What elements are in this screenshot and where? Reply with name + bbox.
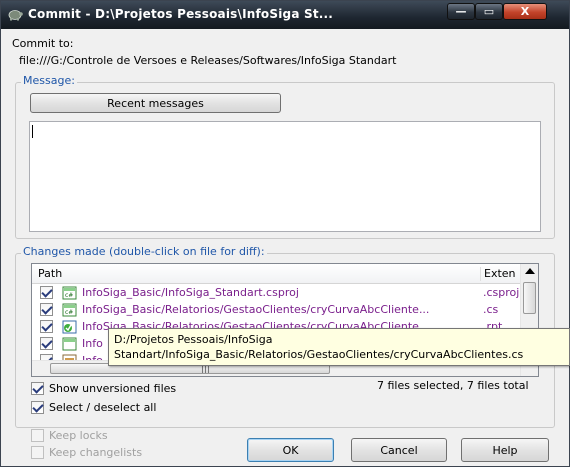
svg-text:c#: c# [65, 292, 73, 299]
changes-legend: Changes made (double-click on file for d… [21, 245, 267, 258]
row-extension: .csproj [483, 286, 520, 299]
row-checkbox[interactable] [40, 286, 53, 299]
maximize-button[interactable]: ▭ [475, 3, 503, 20]
tortoise-icon [8, 10, 23, 21]
select-all-label: Select / deselect all [49, 401, 157, 414]
close-icon: X [520, 5, 530, 18]
scroll-up-icon[interactable] [525, 268, 535, 274]
row-checkbox[interactable] [40, 303, 53, 316]
list-item[interactable]: c# InfoSiga_Basic/InfoSiga_Standart.cspr… [32, 285, 520, 301]
close-button[interactable]: X [503, 3, 547, 20]
recent-messages-button[interactable]: Recent messages [30, 93, 281, 113]
added-file-icon [62, 320, 77, 334]
tooltip-line-1: D:/Projetos Pessoais/InfoSiga [114, 333, 273, 346]
minimize-button[interactable]: — [447, 3, 475, 20]
title-bar[interactable]: Commit - D:\Projetos Pessoais\InfoSiga S… [1, 1, 569, 29]
modified-file-icon: c# [62, 303, 77, 317]
svg-text:c#: c# [65, 309, 73, 316]
commit-to-url: file:///G:/Controle de Versoes e Release… [19, 54, 397, 67]
commit-to-label: Commit to: [12, 37, 74, 50]
show-unversioned-box[interactable] [31, 382, 44, 395]
message-textarea[interactable] [29, 121, 541, 232]
keep-changelists-box[interactable] [31, 446, 44, 459]
list-header: Path Exten [32, 264, 538, 284]
column-header-path[interactable]: Path [38, 267, 62, 280]
path-tooltip: D:/Projetos Pessoais/InfoSiga Standart/I… [108, 328, 570, 366]
row-checkbox[interactable] [40, 320, 53, 333]
message-legend: Message: [21, 74, 77, 87]
select-all-box[interactable] [31, 401, 44, 414]
row-checkbox[interactable] [40, 337, 53, 350]
show-unversioned-label: Show unversioned files [49, 382, 177, 395]
window-title: Commit - D:\Projetos Pessoais\InfoSiga S… [28, 7, 334, 21]
keep-changelists-label: Keep changelists [49, 446, 143, 459]
cancel-button[interactable]: Cancel [351, 438, 447, 462]
keep-locks-label: Keep locks [49, 429, 108, 442]
row-extension: .cs [483, 303, 499, 316]
files-status: 7 files selected, 7 files total [377, 379, 529, 392]
row-path: InfoSiga_Basic/InfoSiga_Standart.csproj [82, 286, 299, 299]
vertical-scroll-thumb[interactable] [523, 282, 536, 314]
modified-file-icon [62, 337, 77, 351]
ok-button[interactable]: OK [247, 438, 334, 462]
list-item[interactable]: c# InfoSiga_Basic/Relatorios/GestaoClien… [32, 302, 518, 318]
tooltip-line-2: Standart/InfoSiga_Basic/Relatorios/Gesta… [114, 348, 524, 361]
text-caret [32, 125, 33, 138]
modified-file-icon: c# [62, 286, 77, 300]
row-path: InfoSiga_Basic/Relatorios/GestaoClientes… [82, 303, 430, 316]
commit-dialog: Commit - D:\Projetos Pessoais\InfoSiga S… [0, 0, 570, 467]
keep-locks-box[interactable] [31, 429, 44, 442]
maximize-icon: ▭ [483, 5, 495, 18]
minimize-icon: — [455, 5, 467, 18]
help-button[interactable]: Help [461, 438, 549, 462]
column-header-extension[interactable]: Exten [480, 267, 516, 281]
row-path: Info [82, 337, 103, 350]
